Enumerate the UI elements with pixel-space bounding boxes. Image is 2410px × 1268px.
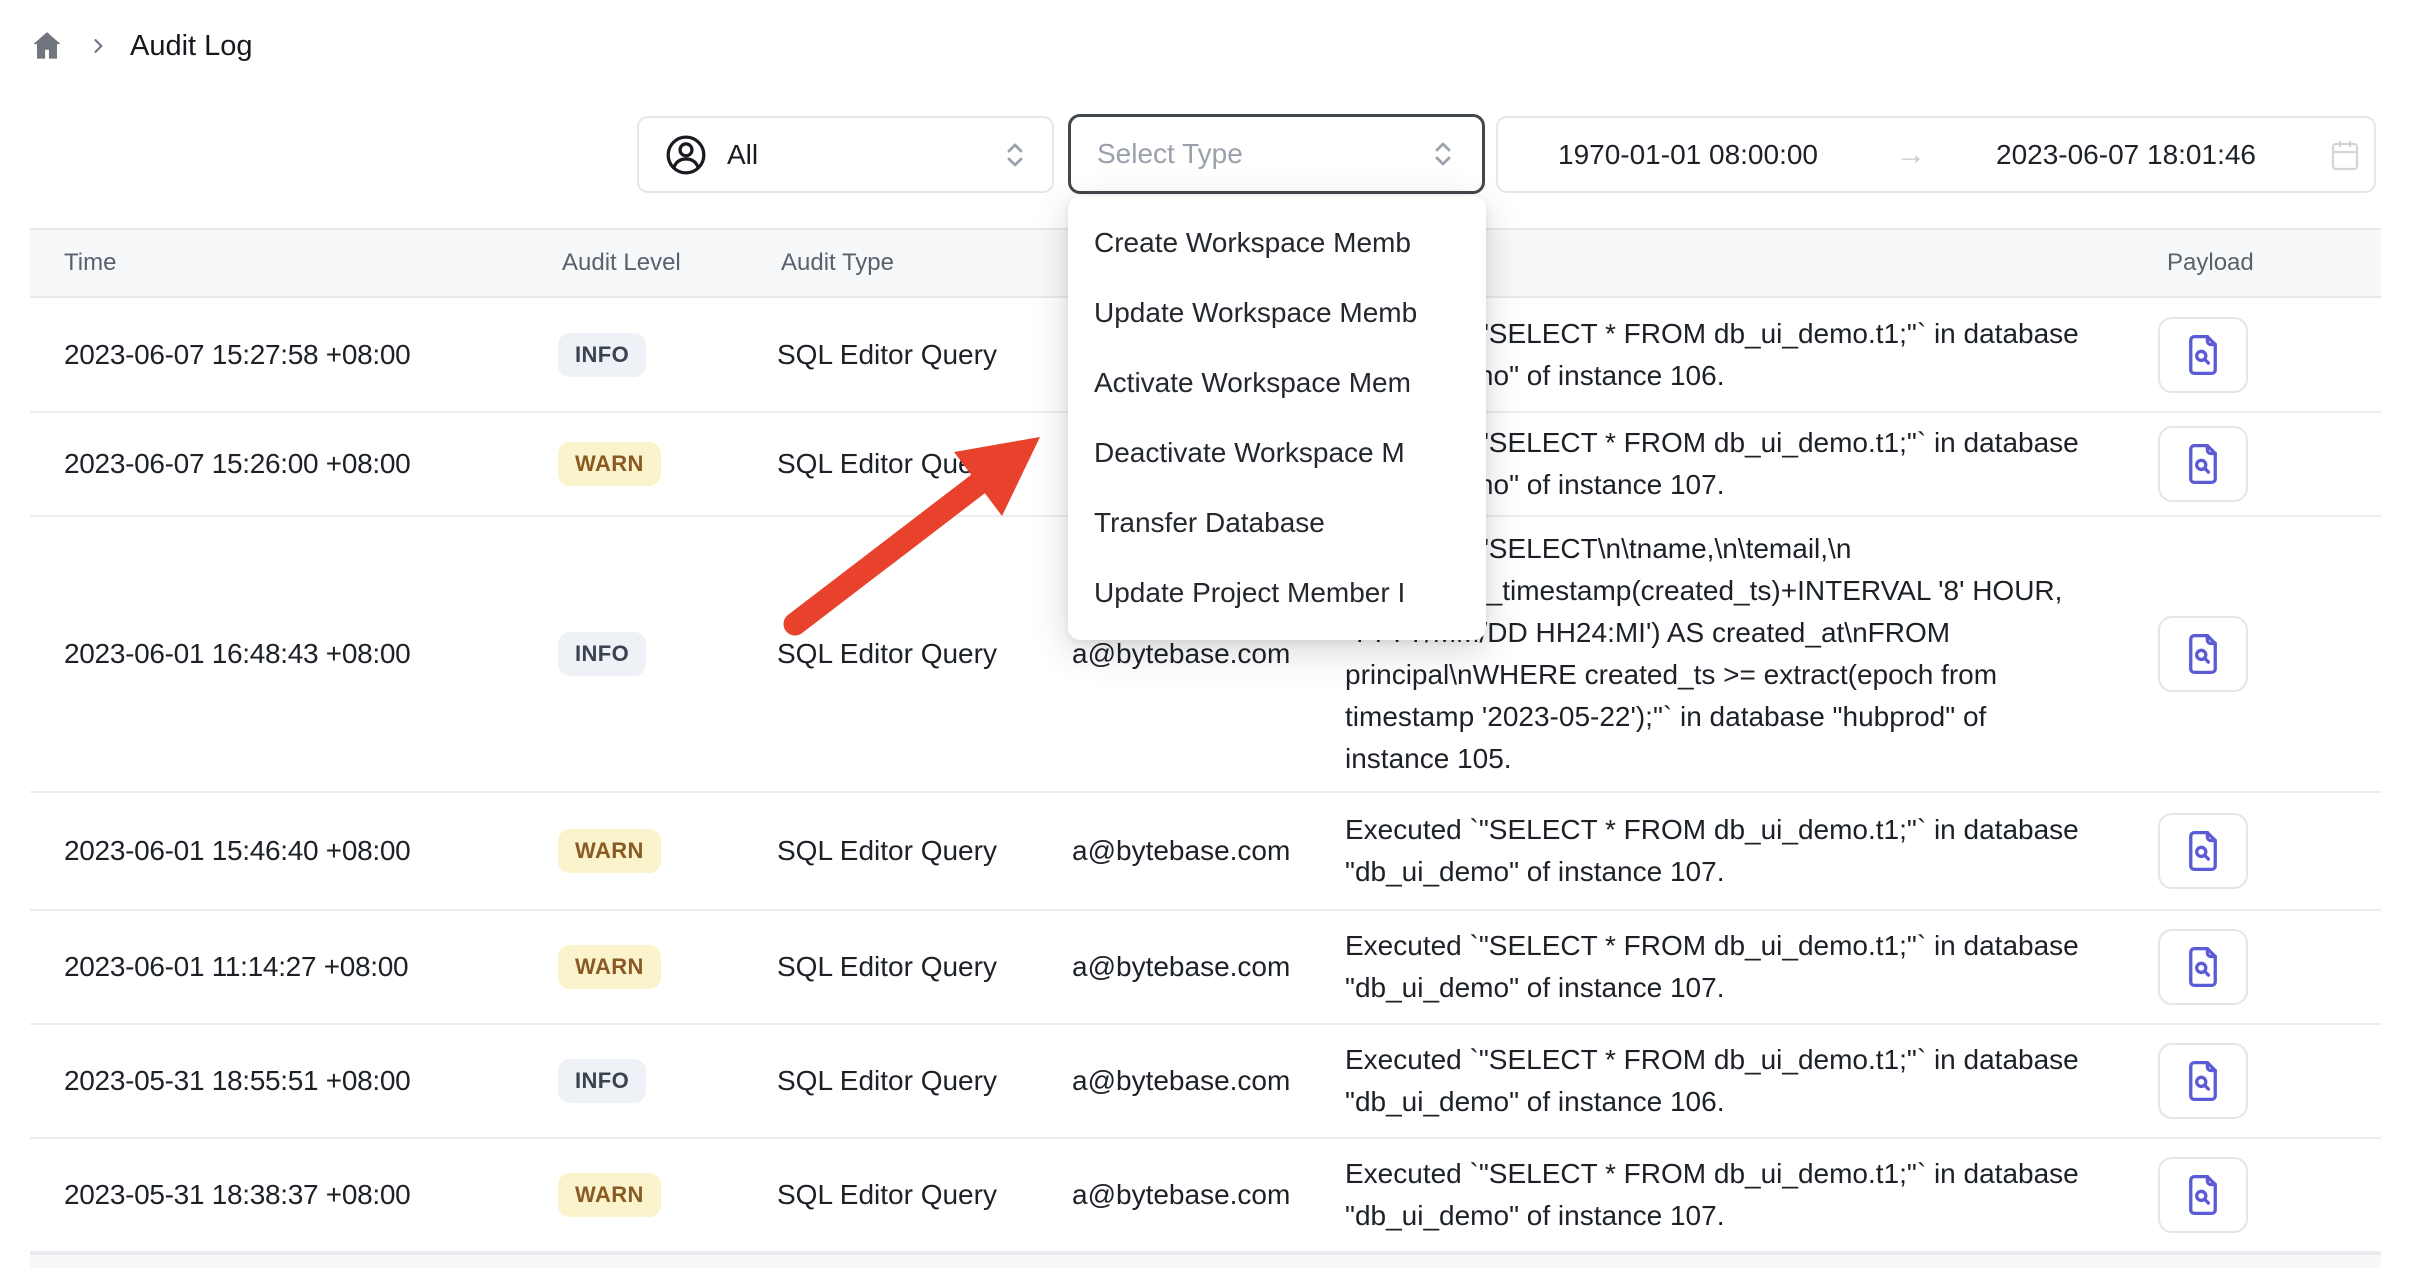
home-icon[interactable] [28,27,66,65]
chevron-updown-icon [1002,137,1028,173]
menu-item-activate-workspace-member[interactable]: Activate Workspace Mem [1068,348,1486,418]
file-search-icon [2182,944,2224,990]
view-payload-button[interactable] [2158,616,2248,692]
audit-actor: a@bytebase.com [1072,951,1290,983]
actor-filter-value: All [727,139,758,171]
payload-cell [2158,1157,2248,1233]
file-search-icon [2182,828,2224,874]
menu-item-deactivate-workspace-member[interactable]: Deactivate Workspace M [1068,418,1486,488]
page-title: Audit Log [130,30,253,63]
menu-item-update-workspace-member[interactable]: Update Workspace Memb [1068,278,1486,348]
table-bottom-strip [30,1253,2381,1268]
payload-cell [2158,929,2248,1005]
payload-cell [2158,317,2248,393]
status-badge: INFO [558,1059,646,1103]
payload-cell [2158,616,2248,692]
audit-actor: a@bytebase.com [1072,835,1290,867]
user-circle-icon [663,132,709,178]
audit-type: SQL Editor Query [777,951,997,983]
audit-level: INFO [558,1059,646,1103]
date-range-picker[interactable]: 1970-01-01 08:00:00 → 2023-06-07 18:01:4… [1496,116,2376,193]
status-badge: WARN [558,1173,661,1217]
table-row: 2023-05-31 18:38:37 +08:00 WARN SQL Edit… [30,1139,2381,1253]
view-payload-button[interactable] [2158,813,2248,889]
audit-type: SQL Editor Query [777,1179,997,1211]
status-badge: WARN [558,945,661,989]
table-row: 2023-06-01 15:46:40 +08:00 WARN SQL Edit… [30,793,2381,911]
audit-actor: a@bytebase.com [1072,638,1290,670]
breadcrumb: Audit Log [28,24,253,68]
audit-level: WARN [558,829,661,873]
audit-actor: a@bytebase.com [1072,1065,1290,1097]
status-badge: WARN [558,442,661,486]
arrow-right-icon: → [1896,138,1926,172]
audit-comment: Executed `"SELECT * FROM db_ui_demo.t1;"… [1345,1153,2175,1237]
file-search-icon [2182,1058,2224,1104]
audit-level: INFO [558,632,646,676]
type-filter-dropdown-menu: Create Workspace Memb Update Workspace M… [1068,196,1486,640]
menu-item-create-workspace-member[interactable]: Create Workspace Memb [1068,208,1486,278]
audit-level: WARN [558,1173,661,1217]
chevron-right-icon [88,36,108,56]
date-range-end[interactable]: 2023-06-07 18:01:46 [1996,139,2256,171]
audit-level: WARN [558,945,661,989]
menu-item-transfer-database[interactable]: Transfer Database [1068,488,1486,558]
audit-comment: Executed `"SELECT * FROM db_ui_demo.t1;"… [1345,809,2175,893]
file-search-icon [2182,631,2224,677]
col-header-type: Audit Type [781,249,894,277]
calendar-icon[interactable] [2330,138,2360,172]
payload-cell [2158,426,2248,502]
audit-time: 2023-06-01 15:46:40 +08:00 [64,835,410,867]
audit-log-page: { "breadcrumb": { "current": "Audit Log"… [0,0,2410,1268]
payload-cell [2158,813,2248,889]
audit-type: SQL Editor Query [777,835,997,867]
status-badge: WARN [558,829,661,873]
date-range-start[interactable]: 1970-01-01 08:00:00 [1558,139,1818,171]
audit-comment: Executed `"SELECT * FROM db_ui_demo.t1;"… [1345,1039,2175,1123]
audit-level: WARN [558,442,661,486]
audit-level: INFO [558,333,646,377]
type-filter-select[interactable]: Select Type [1068,114,1485,194]
file-search-icon [2182,1172,2224,1218]
status-badge: INFO [558,333,646,377]
audit-time: 2023-05-31 18:55:51 +08:00 [64,1065,410,1097]
audit-type: SQL Editor Query [777,339,997,371]
table-row: 2023-06-01 11:14:27 +08:00 WARN SQL Edit… [30,911,2381,1025]
audit-type: SQL Editor Query [777,448,997,480]
audit-type: SQL Editor Query [777,638,997,670]
view-payload-button[interactable] [2158,426,2248,502]
audit-time: 2023-06-07 15:26:00 +08:00 [64,448,410,480]
menu-item-update-project-member[interactable]: Update Project Member I [1068,558,1486,628]
audit-type: SQL Editor Query [777,1065,997,1097]
col-header-time: Time [64,249,116,277]
file-search-icon [2182,332,2224,378]
view-payload-button[interactable] [2158,929,2248,1005]
audit-comment: Executed `"SELECT * FROM db_ui_demo.t1;"… [1345,925,2175,1009]
payload-cell [2158,1043,2248,1119]
type-filter-placeholder: Select Type [1097,138,1243,170]
file-search-icon [2182,441,2224,487]
col-header-payload: Payload [2167,249,2254,277]
audit-time: 2023-06-01 11:14:27 +08:00 [64,951,408,983]
view-payload-button[interactable] [2158,1043,2248,1119]
actor-filter-select[interactable]: All [637,116,1054,193]
table-row: 2023-05-31 18:55:51 +08:00 INFO SQL Edit… [30,1025,2381,1139]
status-badge: INFO [558,632,646,676]
audit-actor: a@bytebase.com [1072,1179,1290,1211]
audit-time: 2023-06-01 16:48:43 +08:00 [64,638,410,670]
chevron-updown-icon [1430,136,1456,172]
view-payload-button[interactable] [2158,317,2248,393]
audit-time: 2023-05-31 18:38:37 +08:00 [64,1179,410,1211]
view-payload-button[interactable] [2158,1157,2248,1233]
audit-time: 2023-06-07 15:27:58 +08:00 [64,339,410,371]
col-header-level: Audit Level [562,249,681,277]
